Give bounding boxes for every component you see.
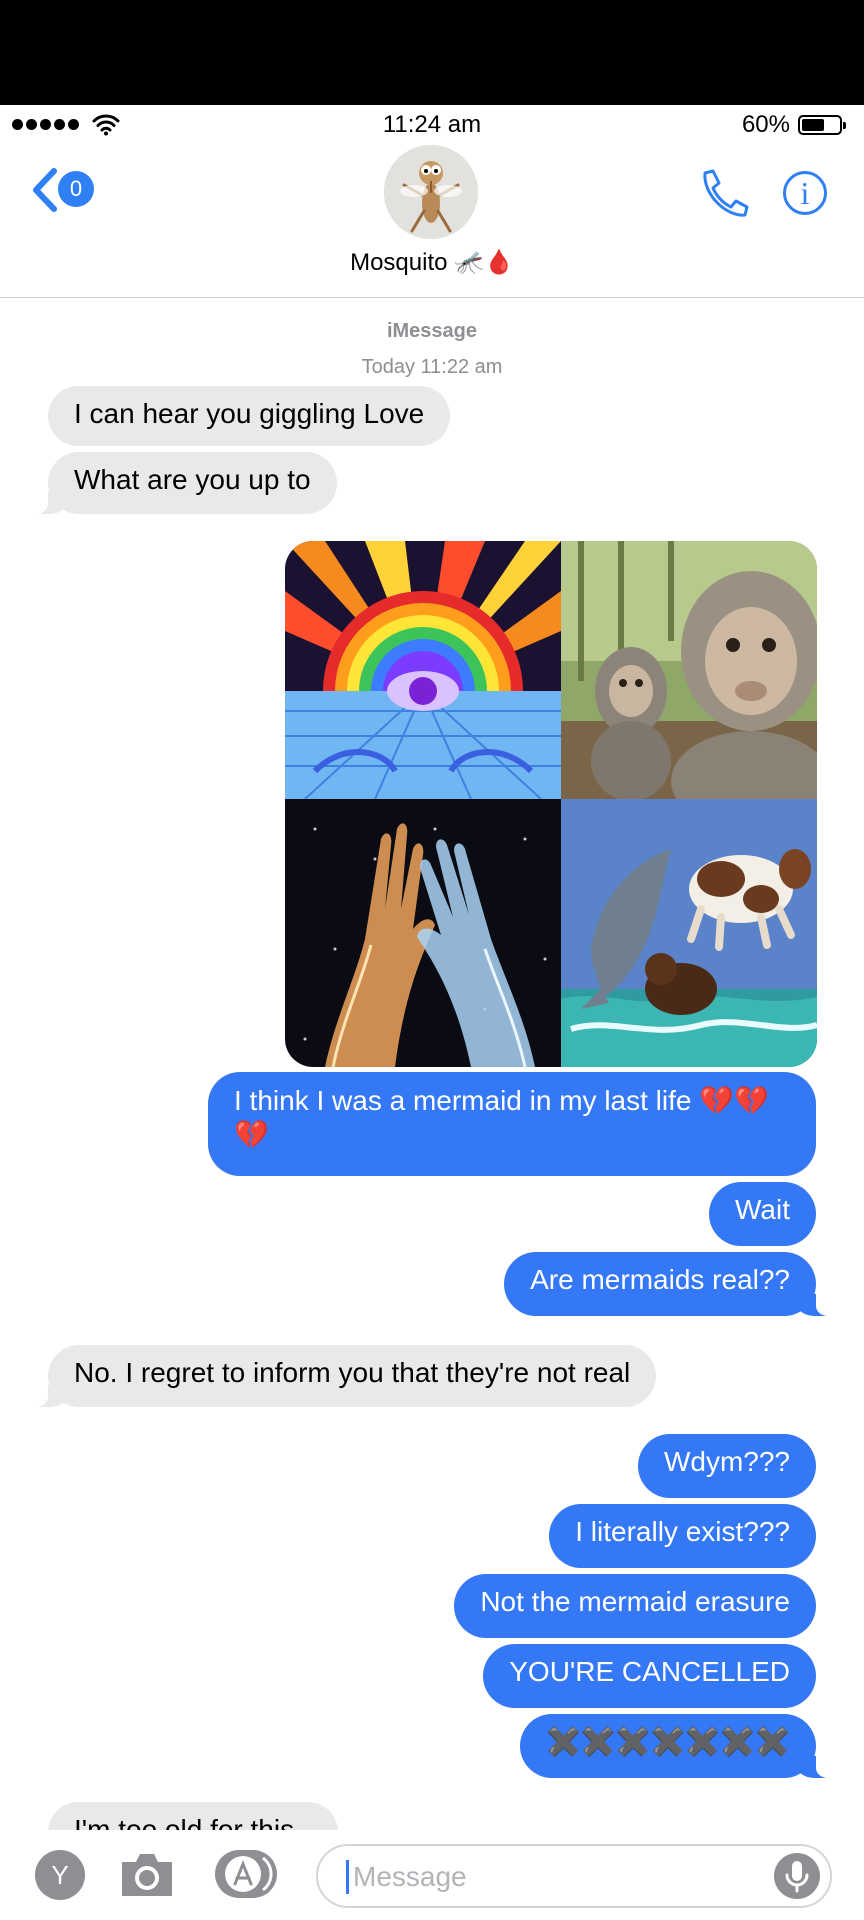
message-bubble-outgoing[interactable]: Are mermaids real?? xyxy=(504,1252,838,1316)
message-bubble-outgoing[interactable]: I literally exist??? xyxy=(549,1504,816,1568)
message-bubble-incoming[interactable]: I can hear you giggling Love xyxy=(48,386,451,446)
message-text: What are you up to xyxy=(74,464,311,495)
message-text: Wait xyxy=(735,1194,790,1225)
message-bubble-incoming[interactable]: No. I regret to inform you that they're … xyxy=(25,1345,657,1407)
message-composer: Y Message xyxy=(0,1830,864,1920)
message-bubble-incoming[interactable]: What are you up to xyxy=(26,452,337,514)
message-bubble-outgoing[interactable]: ✖️✖️✖️✖️✖️✖️✖️ xyxy=(519,1714,839,1778)
collage-tile-monkey-selfie xyxy=(561,541,817,799)
message-bubble-outgoing[interactable]: YOU'RE CANCELLED xyxy=(483,1644,816,1708)
camera-icon[interactable] xyxy=(118,1850,176,1898)
app-store-button[interactable] xyxy=(215,1850,277,1898)
collage-tile-psychedelic-eye xyxy=(285,541,561,799)
microphone-icon xyxy=(785,1861,809,1893)
message-text: No. I regret to inform you that they're … xyxy=(74,1357,631,1388)
back-button[interactable]: 0 xyxy=(28,167,100,217)
chevron-left-icon xyxy=(33,168,57,212)
mosquito-avatar-icon xyxy=(384,145,478,239)
contact-name[interactable]: Mosquito 🦟🩸 xyxy=(0,248,864,277)
collage-tile-dolphin-cow-dog xyxy=(561,799,817,1067)
text-cursor xyxy=(346,1860,349,1894)
message-input[interactable]: Message xyxy=(316,1844,832,1908)
status-time: 11:24 am xyxy=(382,111,482,138)
collage-tile-cosmic-hands xyxy=(285,799,561,1067)
message-bubble-outgoing[interactable]: Not the mermaid erasure xyxy=(454,1574,816,1638)
conversation-header: 0 Mosquito 🦟🩸 i xyxy=(0,145,864,298)
message-text: I literally exist??? xyxy=(575,1516,790,1547)
top-black-bar xyxy=(0,0,864,105)
app-store-icon xyxy=(225,1856,273,1892)
message-text: Not the mermaid erasure xyxy=(480,1586,790,1617)
thread-timestamp: Today 11:22 am xyxy=(361,356,503,378)
phone-icon[interactable] xyxy=(697,169,749,219)
service-label: iMessage xyxy=(386,320,478,342)
message-bubble-outgoing[interactable]: Wait xyxy=(709,1182,816,1246)
message-bubble-outgoing[interactable]: Wdym??? xyxy=(637,1434,816,1498)
message-text: ✖️✖️✖️✖️✖️✖️✖️ xyxy=(545,1726,790,1757)
info-icon[interactable]: i xyxy=(783,171,827,215)
message-input-placeholder: Message xyxy=(353,1861,467,1892)
message-text: Are mermaids real?? xyxy=(530,1264,790,1295)
battery-percent: 60% xyxy=(741,111,790,138)
microphone-button[interactable] xyxy=(774,1853,820,1899)
app-button[interactable]: Y xyxy=(35,1850,85,1900)
message-text: I think I was a mermaid in my last life … xyxy=(234,1085,769,1116)
image-collage-message[interactable] xyxy=(285,541,817,1067)
message-bubble-outgoing[interactable]: I think I was a mermaid in my last life … xyxy=(208,1072,816,1176)
unread-badge: 0 xyxy=(58,171,94,207)
battery-icon xyxy=(798,115,846,135)
message-text-continued: 💔 xyxy=(234,1119,269,1150)
message-text: YOU'RE CANCELLED xyxy=(509,1656,790,1687)
message-text: Wdym??? xyxy=(663,1446,790,1477)
status-bar: 11:24 am 60% xyxy=(0,105,864,145)
message-text: I can hear you giggling Love xyxy=(74,398,425,429)
contact-avatar[interactable] xyxy=(384,145,478,239)
